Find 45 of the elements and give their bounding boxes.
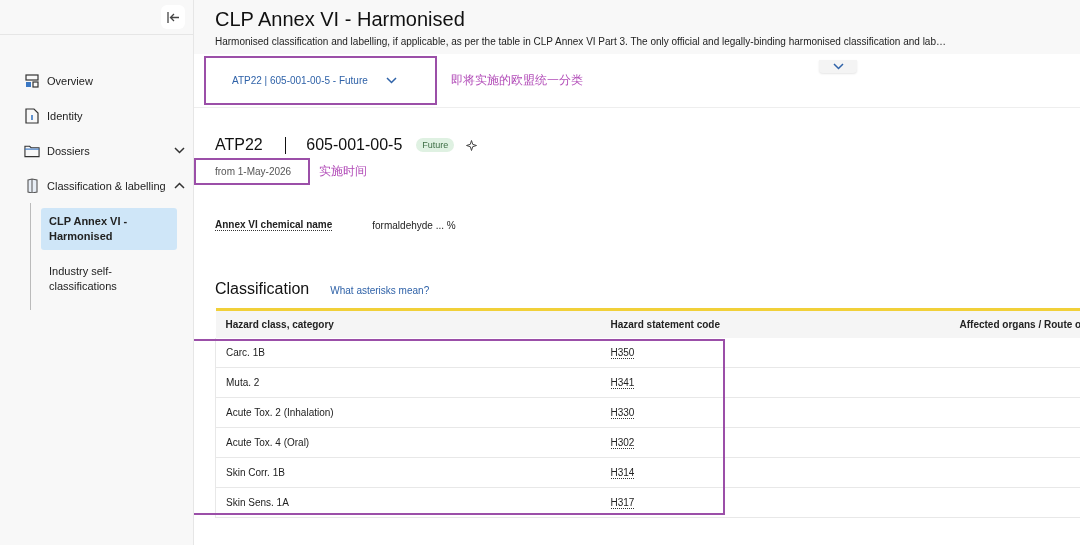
effective-date: from 1-May-2026 bbox=[215, 166, 292, 177]
column-header: Hazard statement code bbox=[600, 309, 950, 338]
hazard-code: H317 bbox=[610, 497, 635, 509]
section-title: Classification bbox=[215, 280, 310, 298]
status-badge: Future bbox=[416, 138, 455, 152]
table-cell: Carc. 1B bbox=[226, 347, 265, 358]
chevron-up-icon bbox=[174, 182, 185, 189]
sidebar-item[interactable]: Identity bbox=[0, 98, 193, 133]
binder-icon bbox=[26, 178, 38, 193]
help-link[interactable]: What asterisks mean? bbox=[330, 285, 430, 296]
column-header: Affected organs / Route o bbox=[949, 309, 1080, 338]
index-number: 605-001-00-5 bbox=[306, 136, 403, 154]
table-cell: Skin Corr. 1B bbox=[226, 467, 285, 478]
hazard-code: H330 bbox=[610, 407, 635, 419]
hazard-code: H302 bbox=[610, 437, 635, 449]
page-title: CLP Annex VI - Harmonised bbox=[215, 7, 466, 31]
atp-label: ATP22 bbox=[215, 136, 263, 154]
table-cell: Muta. 2 bbox=[226, 377, 260, 388]
sparkle-icon bbox=[466, 139, 478, 151]
hazard-code: H350 bbox=[610, 347, 635, 359]
column-header: Hazard class, category bbox=[215, 309, 601, 338]
collapse-left-icon bbox=[166, 11, 180, 23]
annotation-note: 实施时间 bbox=[319, 163, 367, 180]
chevron-down-icon bbox=[385, 77, 397, 84]
chemical-name-label: Annex VI chemical name bbox=[215, 219, 333, 231]
sidebar-item[interactable]: Overview bbox=[0, 63, 193, 98]
sidebar-item[interactable]: Dossiers bbox=[0, 133, 193, 168]
hazard-code: H341 bbox=[610, 377, 635, 389]
collapse-sidebar-button[interactable] bbox=[161, 5, 185, 29]
page-description: Harmonised classification and labelling, if applicable, as per the table in CLP Annex VI Part 3. The only official and legally-binding harmonised classification and lab… bbox=[215, 36, 947, 47]
chevron-down-icon bbox=[832, 63, 844, 70]
hazard-code: H314 bbox=[610, 467, 635, 479]
sidebar-subitem[interactable]: Industry self-classifications bbox=[41, 258, 177, 300]
folder-icon bbox=[24, 143, 40, 158]
chemical-name-value: formaldehyde ... % bbox=[372, 219, 456, 231]
table-cell: Skin Sens. 1A bbox=[226, 497, 289, 508]
layout-icon bbox=[25, 73, 39, 88]
annotation-note: 即将实施的欧盟统一分类 bbox=[451, 72, 583, 89]
table-cell: Acute Tox. 2 (Inhalation) bbox=[226, 407, 334, 418]
sidebar-subitem[interactable]: CLP Annex VI - Harmonised bbox=[41, 208, 177, 250]
info-document-icon bbox=[25, 107, 39, 124]
chevron-down-icon bbox=[174, 147, 185, 154]
table-cell: Acute Tox. 4 (Oral) bbox=[226, 437, 310, 448]
sidebar-item[interactable]: Classification & labelling bbox=[0, 168, 193, 203]
version-dropdown[interactable]: ATP22 | 605-001-00-5 - Future bbox=[232, 71, 397, 90]
